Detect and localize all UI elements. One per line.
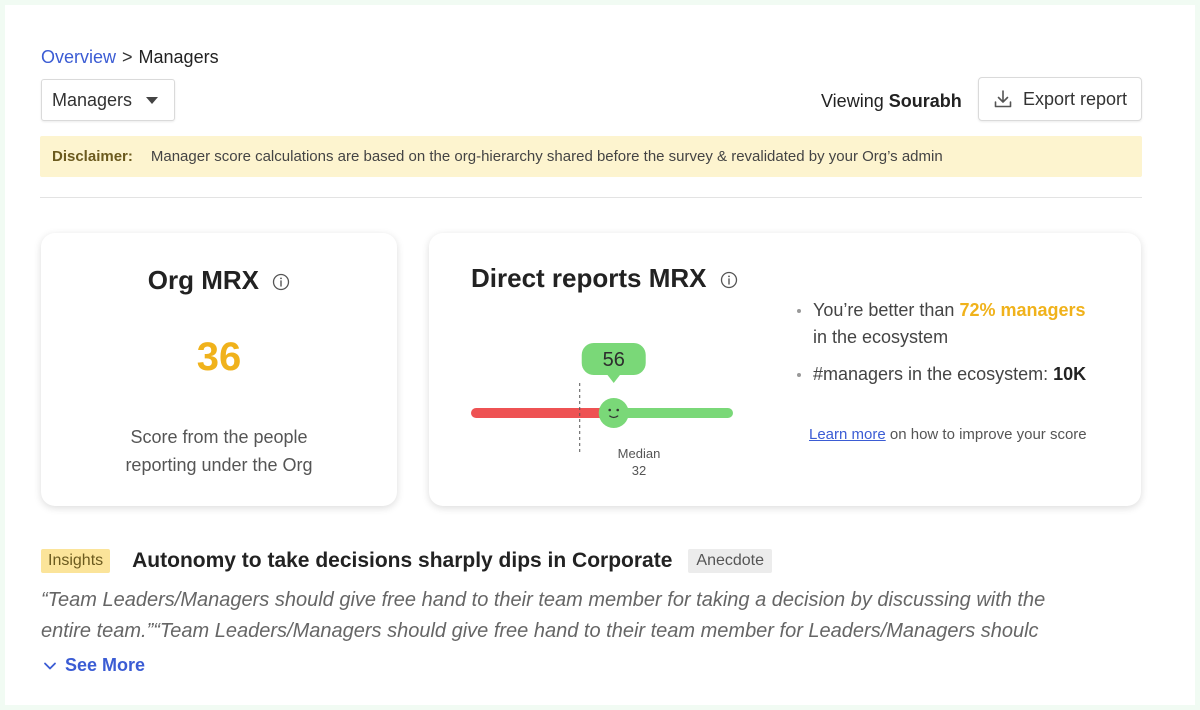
org-mrx-title-text: Org MRX	[147, 265, 259, 295]
score-gauge: 56	[471, 343, 733, 453]
stat-manager-count-value: 10K	[1053, 364, 1087, 384]
score-bubble-value: 56	[603, 349, 625, 371]
insight-title: Autonomy to take decisions sharply dips …	[132, 549, 673, 572]
page: Overview > Managers Managers Viewing Sou…	[5, 5, 1195, 705]
direct-reports-mrx-card: Direct reports MRX 56 Median 32 You’re b…	[429, 233, 1141, 506]
disclaimer-banner: Disclaimer: Manager score calculations a…	[40, 136, 1142, 177]
divider	[40, 197, 1142, 198]
breadcrumb-overview-link[interactable]: Overview	[41, 47, 116, 68]
median-label-text: Median	[617, 446, 661, 461]
gauge-red-segment	[471, 408, 607, 418]
gauge-green-segment	[617, 408, 733, 418]
insights-tag: Insights	[41, 549, 111, 573]
anecdote-tag: Anecdote	[688, 549, 773, 573]
see-more-button[interactable]: See More	[43, 655, 145, 676]
org-mrx-description: Score from the people reporting under th…	[125, 427, 313, 475]
learn-more-text: Learn more on how to improve your score	[809, 426, 1087, 443]
insight-quote: “Team Leaders/Managers should give free …	[41, 585, 1121, 647]
learn-more-rest: on how to improve your score	[885, 426, 1087, 443]
export-report-label: Export report	[1022, 88, 1128, 109]
stats-list: You’re better than 72% managers in the e…	[795, 297, 1115, 398]
breadcrumb-separator: >	[122, 47, 133, 67]
viewing-label: Viewing Sourabh	[821, 91, 962, 112]
stat-better-than-suffix: in the ecosystem	[813, 327, 949, 347]
score-bubble: 56	[581, 343, 646, 383]
chevron-down-icon	[44, 662, 56, 669]
stat-better-than-percent: 72% managers	[959, 300, 1086, 320]
see-more-label: See More	[65, 655, 146, 675]
disclaimer-text: Manager score calculations are based on …	[150, 148, 943, 165]
smiley-face-icon	[598, 398, 629, 428]
org-mrx-title: Org MRX	[41, 265, 397, 296]
direct-reports-title-text: Direct reports MRX	[471, 263, 707, 293]
insight-header: Insights Autonomy to take decisions shar…	[41, 549, 773, 573]
stat-manager-count-label: #managers in the ecosystem:	[813, 364, 1054, 384]
info-icon[interactable]	[720, 271, 738, 289]
breadcrumb: Overview > Managers	[41, 47, 219, 68]
viewing-name: Sourabh	[888, 91, 962, 111]
download-icon	[994, 90, 1012, 108]
insight-quote-line2: entire team.”“Team Leaders/Managers shou…	[41, 620, 1039, 642]
managers-dropdown[interactable]: Managers	[41, 79, 175, 121]
median-label: Median 32	[597, 445, 681, 479]
breadcrumb-current: Managers	[138, 47, 219, 67]
direct-reports-title: Direct reports MRX	[471, 263, 738, 294]
org-mrx-card: Org MRX 36 Score from the people reporti…	[41, 233, 397, 506]
median-value: 32	[631, 463, 647, 478]
learn-more-link[interactable]: Learn more	[809, 426, 886, 443]
viewing-prefix: Viewing	[821, 91, 884, 111]
org-mrx-score: 36	[196, 335, 242, 379]
disclaimer-label: Disclaimer:	[52, 148, 133, 165]
stat-better-than: You’re better than 72% managers in the e…	[795, 297, 1115, 351]
info-icon[interactable]	[272, 273, 290, 291]
export-report-button[interactable]: Export report	[978, 77, 1142, 121]
dropdown-value: Managers	[52, 89, 133, 110]
insight-quote-line1: “Team Leaders/Managers should give free …	[41, 589, 1046, 611]
stat-manager-count: #managers in the ecosystem: 10K	[795, 361, 1115, 388]
caret-down-icon	[146, 96, 158, 104]
stat-better-than-prefix: You’re better than	[813, 300, 960, 320]
